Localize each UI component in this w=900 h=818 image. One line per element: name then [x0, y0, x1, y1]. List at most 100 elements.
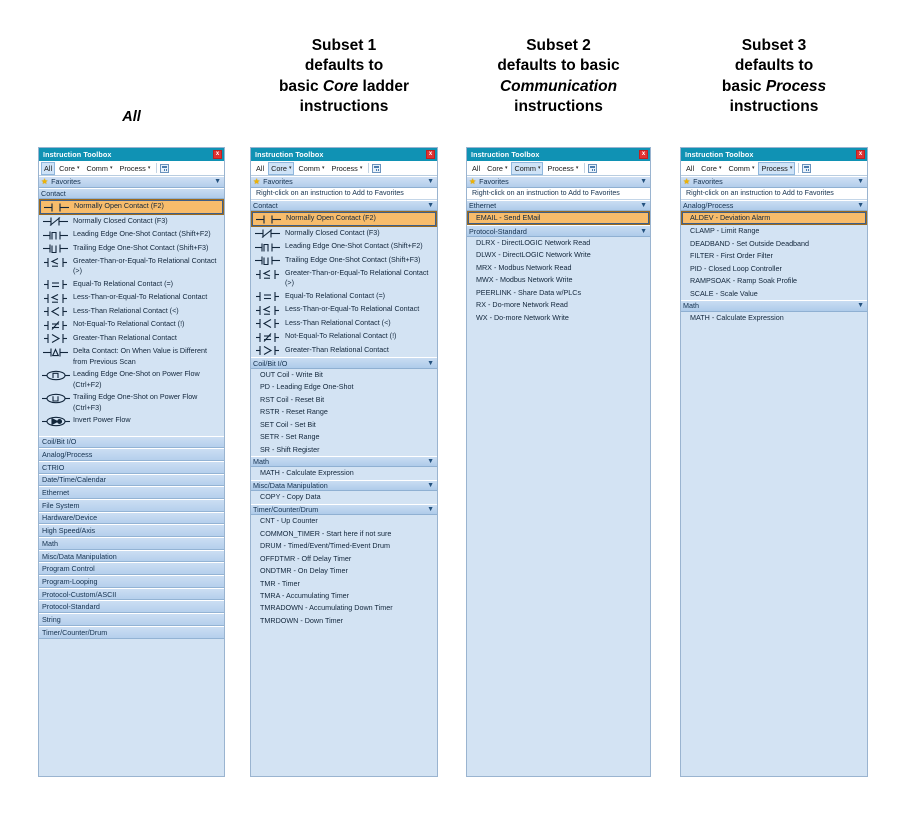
- group-header[interactable]: Math ▼: [681, 300, 867, 312]
- instruction-row[interactable]: RX - Do-more Network Read: [467, 299, 650, 311]
- filter-button-core[interactable]: Core ▾: [268, 161, 295, 175]
- chevron-down-icon[interactable]: ▾: [148, 165, 151, 171]
- group-header[interactable]: Protocol-Standard ▼: [467, 225, 650, 237]
- chevron-down-icon[interactable]: ▼: [857, 202, 864, 209]
- instruction-row[interactable]: MWX - Modbus Network Write: [467, 274, 650, 286]
- chevron-down-icon[interactable]: ▾: [77, 165, 80, 171]
- category-row[interactable]: Ethernet: [39, 486, 224, 499]
- panel-titlebar[interactable]: Instruction Toolbox x: [681, 148, 867, 161]
- instruction-row[interactable]: Equal-To Relational Contact (=): [251, 290, 437, 304]
- chevron-down-icon[interactable]: ▾: [360, 165, 363, 171]
- instruction-row[interactable]: COPY - Copy Data: [251, 491, 437, 503]
- instruction-row[interactable]: DEADBAND - Set Outside Deadband: [681, 238, 867, 250]
- filter-button-all[interactable]: All: [469, 162, 483, 175]
- instruction-row[interactable]: PEERLINK - Share Data w/PLCs: [467, 287, 650, 299]
- category-row[interactable]: CTRIO: [39, 460, 224, 474]
- filter-button-comm[interactable]: Comm ▾: [83, 162, 115, 175]
- instruction-row[interactable]: Normally Open Contact (F2): [39, 199, 224, 215]
- category-row[interactable]: High Speed/Axis: [39, 524, 224, 537]
- instruction-row[interactable]: RSTR - Reset Range: [251, 406, 437, 418]
- instruction-row[interactable]: Less-Than-or-Equal-To Relational Contact: [39, 291, 224, 305]
- chevron-down-icon[interactable]: ▼: [427, 178, 434, 185]
- instruction-row[interactable]: Less-Than-or-Equal-To Relational Contact: [251, 303, 437, 317]
- chevron-down-icon[interactable]: ▼: [640, 178, 647, 185]
- category-row[interactable]: File System: [39, 498, 224, 512]
- category-row[interactable]: Coil/Bit I/O: [39, 435, 224, 449]
- panel-titlebar[interactable]: Instruction Toolbox x: [39, 148, 224, 161]
- chevron-down-icon[interactable]: ▼: [427, 482, 434, 489]
- instruction-row[interactable]: Delta Contact: On When Value is Differen…: [39, 345, 224, 368]
- filter-button-core[interactable]: Core ▾: [698, 162, 724, 175]
- group-header[interactable]: Analog/Process ▼: [681, 199, 867, 211]
- instruction-row[interactable]: Greater-Than Relational Contact: [39, 332, 224, 346]
- filter-button-all[interactable]: All: [41, 161, 56, 175]
- chevron-down-icon[interactable]: ▾: [719, 165, 722, 171]
- instruction-row[interactable]: TMR - Timer: [251, 578, 437, 590]
- chevron-down-icon[interactable]: ▼: [857, 302, 864, 309]
- instruction-row[interactable]: OUT Coil - Write Bit: [251, 369, 437, 381]
- chevron-down-icon[interactable]: ▼: [427, 202, 434, 209]
- filter-button-core[interactable]: Core ▾: [484, 162, 510, 175]
- chevron-down-icon[interactable]: ▼: [427, 360, 434, 367]
- group-header[interactable]: Ethernet ▼: [467, 199, 650, 211]
- instruction-row[interactable]: DRUM - Timed/Event/Timed-Event Drum: [251, 540, 437, 552]
- instruction-row[interactable]: Trailing Edge One-Shot Contact (Shift+F3…: [251, 254, 437, 268]
- instruction-row[interactable]: MATH - Calculate Expression: [251, 467, 437, 479]
- instruction-row[interactable]: PD - Leading Edge One-Shot: [251, 381, 437, 393]
- group-header[interactable]: Contact: [39, 187, 224, 199]
- instruction-row[interactable]: OFFDTMR - Off Delay Timer: [251, 553, 437, 565]
- category-row[interactable]: Protocol-Standard: [39, 600, 224, 614]
- instruction-row[interactable]: Normally Open Contact (F2): [251, 211, 437, 227]
- close-icon[interactable]: x: [213, 150, 222, 159]
- group-header[interactable]: Coil/Bit I/O ▼: [251, 357, 437, 369]
- instruction-row[interactable]: DLRX - DirectLOGIC Network Read: [467, 237, 650, 249]
- chevron-down-icon[interactable]: ▼: [640, 228, 647, 235]
- instruction-row[interactable]: TMRADOWN - Accumulating Down Timer: [251, 602, 437, 614]
- instruction-row[interactable]: EMAIL - Send EMail: [467, 211, 650, 226]
- instruction-row[interactable]: MATH - Calculate Expression: [681, 312, 867, 324]
- category-row[interactable]: Hardware/Device: [39, 511, 224, 525]
- close-icon[interactable]: x: [639, 150, 648, 159]
- filter-button-process[interactable]: Process ▾: [544, 162, 581, 175]
- filter-button-comm[interactable]: Comm ▾: [511, 161, 544, 175]
- instruction-row[interactable]: Leading Edge One-Shot Contact (Shift+F2): [39, 228, 224, 242]
- instruction-row[interactable]: FILTER - First Order Filter: [681, 250, 867, 262]
- instruction-row[interactable]: Leading Edge One-Shot on Power Flow (Ctr…: [39, 368, 224, 391]
- instruction-row[interactable]: Leading Edge One-Shot Contact (Shift+F2): [251, 240, 437, 254]
- instruction-row[interactable]: Not-Equal-To Relational Contact (!): [251, 330, 437, 344]
- instruction-row[interactable]: SET Coil - Set Bit: [251, 419, 437, 431]
- instruction-row[interactable]: SCALE - Scale Value: [681, 288, 867, 300]
- instruction-row[interactable]: TMRDOWN - Down Timer: [251, 615, 437, 627]
- filter-button-process[interactable]: Process ▾: [328, 162, 365, 175]
- chevron-down-icon[interactable]: ▾: [110, 165, 113, 171]
- filter-button-process[interactable]: Process ▾: [116, 162, 153, 175]
- layout-grid-icon[interactable]: [588, 163, 598, 173]
- filter-button-all[interactable]: All: [683, 162, 697, 175]
- instruction-row[interactable]: ALDEV - Deviation Alarm: [681, 211, 867, 226]
- chevron-down-icon[interactable]: ▾: [576, 165, 579, 171]
- category-row[interactable]: Program Control: [39, 562, 224, 576]
- category-row[interactable]: Misc/Data Manipulation: [39, 549, 224, 563]
- instruction-row[interactable]: ONDTMR - On Delay Timer: [251, 565, 437, 577]
- chevron-down-icon[interactable]: ▼: [857, 178, 864, 185]
- instruction-row[interactable]: SR - Shift Register: [251, 444, 437, 456]
- instruction-row[interactable]: CNT - Up Counter: [251, 515, 437, 527]
- panel-titlebar[interactable]: Instruction Toolbox x: [251, 148, 437, 161]
- instruction-row[interactable]: WX - Do-more Network Write: [467, 312, 650, 324]
- instruction-row[interactable]: MRX - Modbus Network Read: [467, 262, 650, 274]
- group-header-favorites[interactable]: ★ Favorites ▼: [681, 176, 867, 188]
- instruction-row[interactable]: TMRA - Accumulating Timer: [251, 590, 437, 602]
- filter-button-process[interactable]: Process ▾: [758, 161, 796, 175]
- group-header-favorites[interactable]: ★ Favorites ▼: [467, 176, 650, 188]
- instruction-row[interactable]: Greater-Than-or-Equal-To Relational Cont…: [39, 255, 224, 278]
- instruction-row[interactable]: Not-Equal-To Relational Contact (!): [39, 318, 224, 332]
- instruction-row[interactable]: Normally Closed Contact (F3): [251, 227, 437, 241]
- instruction-row[interactable]: Greater-Than-or-Equal-To Relational Cont…: [251, 267, 437, 290]
- group-header-favorites[interactable]: ★ Favorites ▼: [251, 176, 437, 188]
- chevron-down-icon[interactable]: ▾: [322, 165, 325, 171]
- layout-grid-icon[interactable]: [372, 163, 382, 173]
- instruction-row[interactable]: Equal-To Relational Contact (=): [39, 278, 224, 292]
- group-header[interactable]: Contact ▼: [251, 199, 437, 211]
- close-icon[interactable]: x: [856, 150, 865, 159]
- panel-titlebar[interactable]: Instruction Toolbox x: [467, 148, 650, 161]
